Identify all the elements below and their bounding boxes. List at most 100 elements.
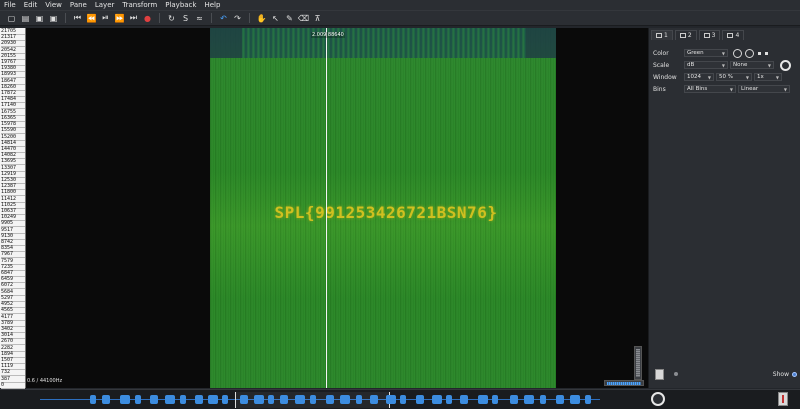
overview-pane[interactable] (0, 389, 800, 409)
frequency-tick: 0 (1, 382, 25, 389)
new-session-icon[interactable]: ▢ (6, 13, 17, 24)
redo-icon[interactable]: ↷ (232, 13, 243, 24)
vertical-zoom-slider[interactable] (634, 346, 642, 380)
cursor-readout: 2.009 88640 (311, 32, 345, 38)
show-label: Show (772, 370, 789, 378)
tab-label: 1 (664, 32, 668, 39)
zoom-ticks (607, 382, 641, 385)
playhead[interactable] (326, 28, 327, 388)
spectrogram-pane[interactable]: 21705 21317 20930 20542 20155 19767 19380 18993… (0, 28, 648, 389)
menu-pane[interactable]: Pane (66, 0, 91, 10)
undo-icon[interactable]: ↶ (218, 13, 229, 24)
normalize-toggle[interactable] (765, 51, 768, 55)
waveform-segment (446, 395, 452, 404)
tab-label: 2 (687, 32, 692, 39)
save-icon[interactable]: ▣ (34, 13, 45, 24)
waveform-segment (460, 395, 468, 404)
waveform-segment (195, 395, 203, 404)
chevron-down-icon: ▼ (721, 50, 725, 56)
threshold-knob[interactable] (780, 59, 791, 71)
tab-3[interactable]: 3 (698, 30, 721, 40)
menu-playback[interactable]: Playback (161, 0, 200, 10)
overview-waveform[interactable] (40, 392, 600, 408)
erase-icon[interactable]: ⌫ (298, 13, 309, 24)
waveform-segment (102, 395, 110, 404)
window-size-select[interactable]: 1024 ▼ (684, 73, 714, 81)
gain-knob[interactable] (745, 48, 754, 58)
waveform-segment (556, 395, 564, 404)
play-pause-icon[interactable]: ⏯ (100, 13, 111, 24)
bins-value: All Bins (687, 86, 708, 92)
tab-1[interactable]: 1 (651, 30, 673, 40)
scale-select[interactable]: dB ▼ (684, 61, 728, 69)
pane-icon (656, 33, 662, 38)
window-overlap-select[interactable]: 50 % ▼ (716, 73, 752, 81)
menu-help[interactable]: Help (200, 0, 224, 10)
waveform-segment (492, 395, 498, 404)
tab-2[interactable]: 2 (674, 30, 697, 40)
measure-icon[interactable]: ⊼ (312, 13, 323, 24)
normalization-select[interactable]: None ▼ (730, 61, 774, 69)
select-icon[interactable]: ↖ (270, 13, 281, 24)
chevron-down-icon: ▼ (775, 74, 779, 80)
waveform-segment (400, 395, 406, 404)
window-label: Window (653, 73, 677, 81)
rewind-icon[interactable]: ⏪ (86, 13, 97, 24)
chevron-down-icon: ▼ (745, 74, 749, 80)
waveform-segment (370, 395, 378, 404)
color-rotation-knob[interactable] (733, 48, 742, 58)
loop-icon[interactable]: ↻ (166, 13, 177, 24)
waveform-segment (165, 395, 175, 404)
waveform-segment (90, 395, 96, 404)
tab-4[interactable]: 4 (722, 30, 745, 40)
oversampling-select[interactable]: 1x ▼ (754, 73, 782, 81)
layer-icon[interactable] (778, 392, 788, 406)
app-window: File Edit View Pane Layer Transform Play… (0, 0, 800, 409)
waveform-segment (295, 395, 305, 404)
save-as-icon[interactable]: ▣ (48, 13, 59, 24)
chevron-down-icon: ▼ (707, 74, 711, 80)
color-value: Green (687, 50, 704, 56)
playback-speed-knob[interactable] (651, 392, 665, 406)
frequency-scale-select[interactable]: Linear ▼ (738, 85, 790, 93)
invert-colors-toggle[interactable] (758, 51, 761, 55)
solo-icon[interactable]: S (180, 13, 191, 24)
horizontal-zoom-slider[interactable] (604, 380, 644, 386)
layer-visible-dot[interactable] (674, 372, 678, 376)
property-panel: 1 2 3 4 Color Green ▼ Scale dB ▼ None ▼ Win… (648, 28, 800, 388)
open-icon[interactable]: ▤ (20, 13, 31, 24)
play-selection-icon[interactable]: ≈ (194, 13, 205, 24)
menu-layer[interactable]: Layer (91, 0, 119, 10)
waveform-segment (524, 395, 534, 404)
bins-label: Bins (653, 85, 666, 93)
spectrogram[interactable]: SPL{991253426721BSN76} (210, 28, 556, 388)
waveform-segment (585, 395, 591, 404)
draw-icon[interactable]: ✎ (284, 13, 295, 24)
bins-select[interactable]: All Bins ▼ (684, 85, 736, 93)
cursor-time: 2.009 (312, 32, 327, 38)
zoom-ticks (636, 349, 640, 377)
show-toggle[interactable] (792, 371, 797, 377)
menu-transform[interactable]: Transform (118, 0, 161, 10)
layer-icon[interactable] (655, 368, 664, 380)
chevron-down-icon: ▼ (767, 62, 771, 68)
fast-forward-end-icon[interactable]: ⏭ (128, 13, 139, 24)
waveform-segment (356, 395, 362, 404)
rewind-start-icon[interactable]: ⏮ (72, 13, 83, 24)
waveform-segment (540, 395, 546, 404)
menu-edit[interactable]: Edit (20, 0, 42, 10)
oversampling-value: 1x (757, 74, 764, 80)
window-row: Window 1024 ▼ 50 % ▼ 1x ▼ (653, 72, 784, 82)
chevron-down-icon: ▼ (721, 62, 725, 68)
toolbar: ▢ ▤ ▣ ▣ ⏮ ⏪ ⏯ ⏩ ⏭ ● ↻ S ≈ ↶ ↷ ✋ ↖ ✎ ⌫ ⊼ (0, 10, 800, 26)
menu-file[interactable]: File (0, 0, 20, 10)
color-select[interactable]: Green ▼ (684, 49, 728, 57)
quiet-region (210, 28, 242, 58)
toolbar-separator (65, 13, 66, 23)
waveform-segment (416, 395, 424, 404)
record-icon[interactable]: ● (142, 13, 153, 24)
menu-view[interactable]: View (41, 0, 66, 10)
navigate-icon[interactable]: ✋ (256, 13, 267, 24)
waveform-segment (120, 395, 130, 404)
fast-forward-icon[interactable]: ⏩ (114, 13, 125, 24)
